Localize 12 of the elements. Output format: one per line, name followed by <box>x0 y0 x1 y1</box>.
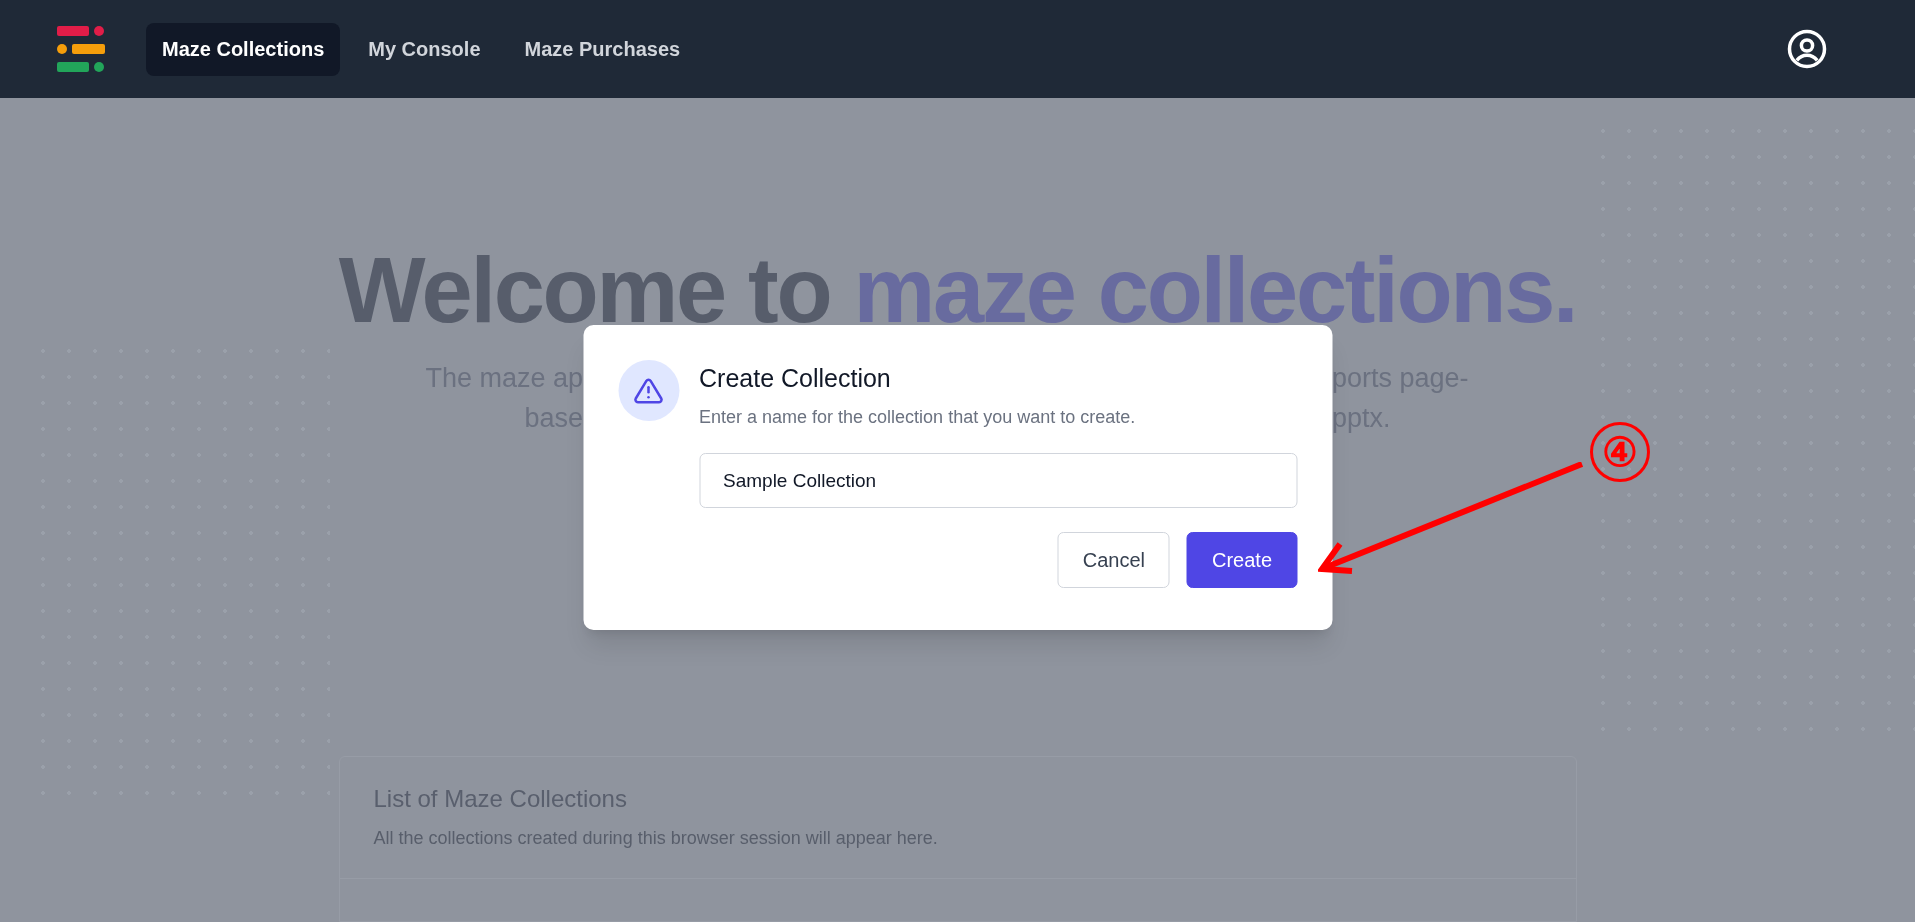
dialog-message: Enter a name for the collection that you want to create. <box>699 406 1137 429</box>
step-number: ④ <box>1590 422 1650 482</box>
dialog-title: Create Collection <box>699 363 892 394</box>
create-button[interactable]: Create <box>1186 532 1297 588</box>
nav-tab[interactable]: Maze Collections <box>146 22 341 76</box>
user-avatar-icon[interactable] <box>1786 28 1828 70</box>
warning-icon <box>633 375 664 406</box>
collection-name-field[interactable]: Sample Collection <box>699 453 1297 508</box>
nav-tab[interactable]: Maze Purchases <box>508 22 697 76</box>
logo-icon <box>57 26 105 72</box>
cancel-button[interactable]: Cancel <box>1057 532 1170 588</box>
nav-tab[interactable]: My Console <box>352 22 497 76</box>
